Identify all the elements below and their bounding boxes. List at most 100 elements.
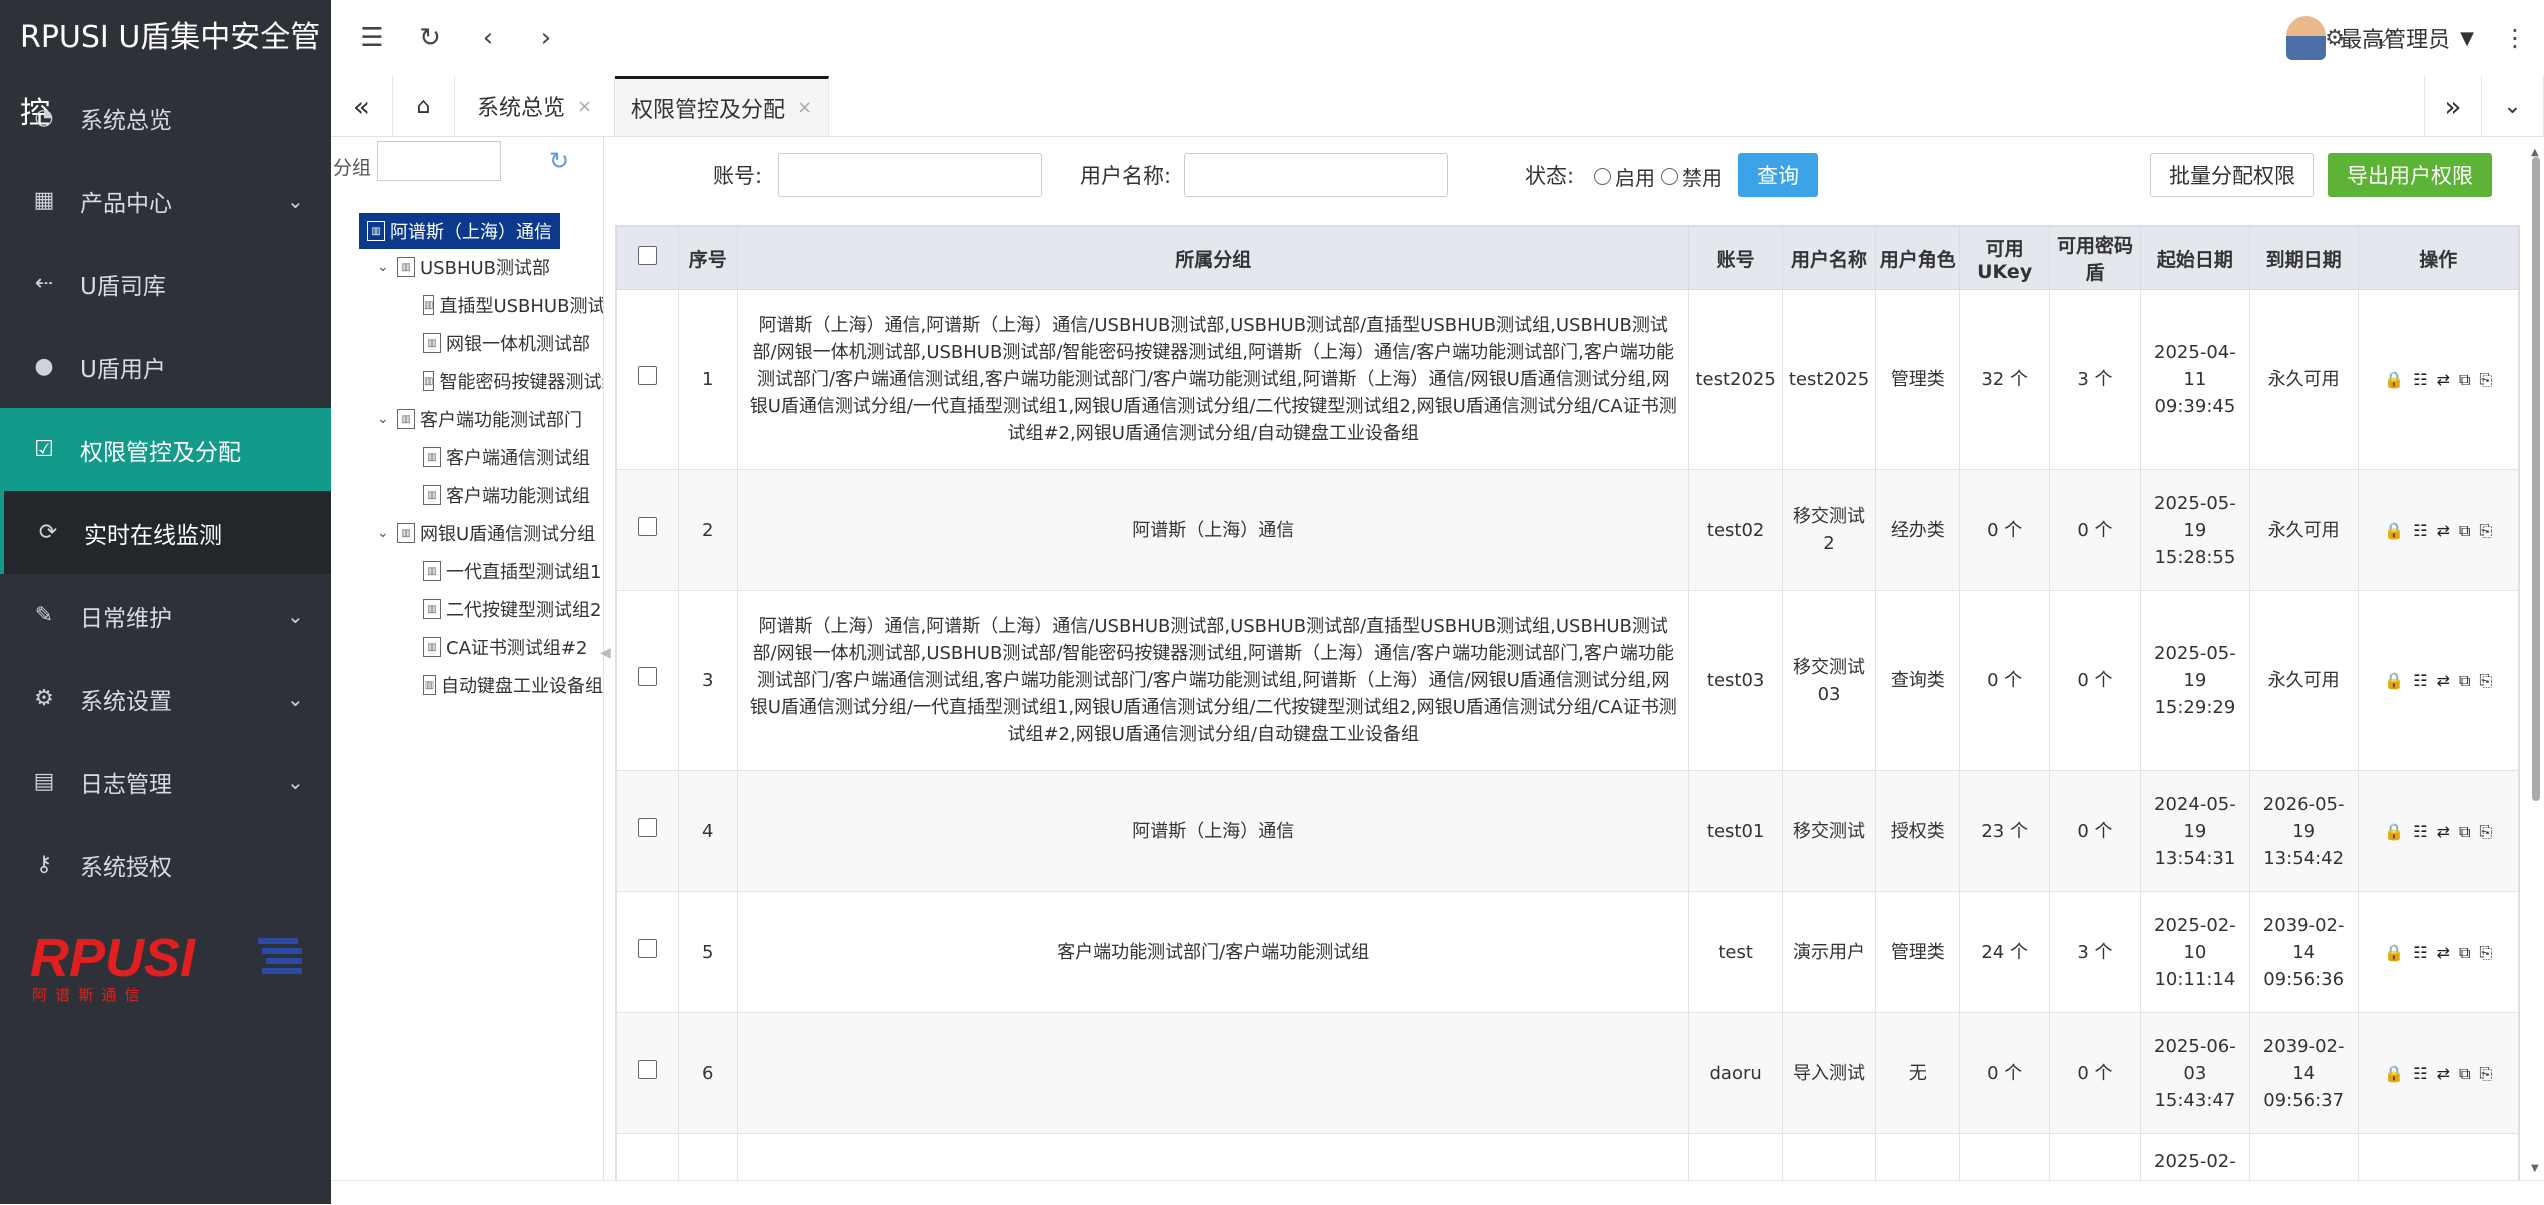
transfer-icon[interactable]: ⇄ bbox=[2437, 1060, 2450, 1087]
query-button[interactable]: 查询 bbox=[1738, 153, 1818, 197]
tree-node[interactable]: ▥ 客户端通信测试组 bbox=[423, 439, 603, 475]
lock-icon[interactable]: 🔒 bbox=[2384, 667, 2404, 694]
tree-node[interactable]: ▥ 一代直插型测试组1 bbox=[423, 553, 603, 589]
back-icon[interactable]: ‹ bbox=[469, 19, 507, 57]
sidebar-item-users[interactable]: ● U盾用户 bbox=[0, 325, 331, 408]
status-enabled-radio[interactable]: 启用 bbox=[1594, 162, 1655, 191]
transfer-icon[interactable]: ⇄ bbox=[2437, 366, 2450, 393]
list-icon[interactable]: ☷ bbox=[2413, 667, 2427, 694]
tree-node[interactable]: ⌄ ▥ 客户端功能测试部门 bbox=[377, 401, 603, 437]
tree-node[interactable]: ▥直插型USBHUB测试组 bbox=[423, 287, 603, 323]
export-icon[interactable]: ⎘ bbox=[2479, 1060, 2492, 1087]
transfer-icon[interactable]: ⇄ bbox=[2437, 517, 2450, 544]
tree-node[interactable]: ⌄ ▥ 网银U盾通信测试分组 bbox=[377, 515, 603, 551]
account-input[interactable] bbox=[778, 153, 1042, 197]
close-icon[interactable]: × bbox=[797, 97, 812, 118]
export-icon[interactable]: ⎘ bbox=[2479, 667, 2492, 694]
expand-icon[interactable]: ⌄ bbox=[377, 259, 391, 275]
copy-icon[interactable]: ⧉ bbox=[2459, 667, 2470, 694]
list-icon[interactable]: ☷ bbox=[2413, 818, 2427, 845]
tree-node[interactable]: ⌄ ▥ USBHUB测试部 bbox=[377, 249, 550, 285]
lock-icon[interactable]: 🔒 bbox=[2384, 517, 2404, 544]
expand-icon[interactable]: ⌄ bbox=[377, 525, 391, 541]
export-icon[interactable]: ⎘ bbox=[2479, 818, 2492, 845]
row-checkbox[interactable] bbox=[637, 1059, 657, 1079]
copy-icon[interactable]: ⧉ bbox=[2459, 1060, 2470, 1087]
sidebar-item-products[interactable]: ▦ 产品中心 ⌄ bbox=[0, 159, 331, 242]
transfer-icon[interactable]: ⇄ bbox=[2437, 667, 2450, 694]
tree-node[interactable]: ▥ CA证书测试组#2 bbox=[423, 629, 603, 665]
copy-icon[interactable]: ⧉ bbox=[2459, 939, 2470, 966]
select-all-checkbox[interactable] bbox=[637, 246, 657, 265]
column-header[interactable]: 所属分组 bbox=[737, 226, 1690, 290]
batch-assign-button[interactable]: 批量分配权限 bbox=[2150, 153, 2314, 197]
refresh-icon[interactable]: ↻ bbox=[549, 147, 569, 175]
tab-overview[interactable]: 系统总览 × bbox=[455, 76, 615, 136]
sidebar-item-license[interactable]: ⚷ 系统授权 bbox=[0, 823, 331, 906]
lock-icon[interactable]: 🔒 bbox=[2384, 1060, 2404, 1087]
list-icon[interactable]: ☷ bbox=[2413, 517, 2427, 544]
transfer-icon[interactable]: ⇄ bbox=[2437, 818, 2450, 845]
sidebar-item-logs[interactable]: ▤ 日志管理 ⌄ bbox=[0, 740, 331, 823]
sidebar-item-settings[interactable]: ⚙ 系统设置 ⌄ bbox=[0, 657, 331, 740]
expand-icon[interactable]: ⌄ bbox=[377, 411, 391, 427]
sidebar-item-permissions[interactable]: ☑ 权限管控及分配 bbox=[0, 408, 331, 491]
export-permissions-button[interactable]: 导出用户权限 bbox=[2328, 153, 2492, 197]
export-icon[interactable]: ⎘ bbox=[2479, 517, 2492, 544]
tree-node[interactable]: ▥ 网银一体机测试部 bbox=[423, 325, 603, 361]
row-checkbox[interactable] bbox=[637, 366, 657, 385]
tree-node[interactable]: ⌄▥阿谱斯（上海）通信 bbox=[359, 213, 560, 249]
close-icon[interactable]: × bbox=[577, 96, 592, 117]
tree-node[interactable]: ▥ 智能密码按键器测试组 bbox=[423, 363, 603, 399]
vertical-scrollbar[interactable]: ▲ ▼ bbox=[2528, 147, 2544, 1187]
row-checkbox[interactable] bbox=[637, 817, 657, 837]
menu-toggle-icon[interactable]: ☰ bbox=[353, 19, 391, 57]
tree-node[interactable]: ▥ 客户端功能测试组 bbox=[423, 477, 603, 513]
tab-permissions[interactable]: 权限管控及分配 × bbox=[615, 76, 829, 136]
copy-icon[interactable]: ⧉ bbox=[2459, 517, 2470, 544]
export-icon[interactable]: ⎘ bbox=[2479, 939, 2492, 966]
row-checkbox[interactable] bbox=[637, 667, 657, 686]
scrollbar-thumb[interactable] bbox=[2532, 157, 2540, 801]
tree-node[interactable]: ▥ 二代按键型测试组2 bbox=[423, 591, 603, 627]
lock-icon[interactable]: 🔒 bbox=[2384, 366, 2404, 393]
tabs-scroll-right-button[interactable]: » bbox=[2424, 76, 2482, 136]
more-icon[interactable]: ⋮ bbox=[2496, 19, 2534, 57]
list-icon[interactable]: ☷ bbox=[2413, 939, 2427, 966]
column-header[interactable]: 起始日期 bbox=[2140, 226, 2250, 290]
row-checkbox[interactable] bbox=[637, 938, 657, 958]
collapse-panel-icon[interactable]: ◀ bbox=[600, 645, 611, 661]
column-header[interactable]: 到期日期 bbox=[2248, 226, 2359, 290]
list-icon[interactable]: ☷ bbox=[2413, 1060, 2427, 1087]
scroll-down-icon[interactable]: ▼ bbox=[2531, 1163, 2539, 1174]
column-header[interactable]: 可用UKey bbox=[1959, 226, 2050, 290]
sidebar-item-maintenance[interactable]: ✎ 日常维护 ⌄ bbox=[0, 574, 331, 657]
copy-icon[interactable]: ⧉ bbox=[2459, 366, 2470, 393]
copy-icon[interactable]: ⧉ bbox=[2459, 818, 2470, 845]
user-menu[interactable]: 最高管理员 ▼ bbox=[2286, 14, 2474, 62]
group-search-input[interactable] bbox=[377, 141, 501, 181]
column-header[interactable]: 用户名称 bbox=[1781, 226, 1877, 290]
sidebar-item-monitor[interactable]: ⟳ 实时在线监测 bbox=[0, 491, 331, 574]
column-header[interactable]: 账号 bbox=[1688, 226, 1783, 290]
list-icon[interactable]: ☷ bbox=[2413, 366, 2427, 393]
column-header[interactable]: 用户角色 bbox=[1875, 226, 1961, 290]
tabs-scroll-left-button[interactable]: « bbox=[331, 76, 393, 136]
refresh-icon[interactable]: ↻ bbox=[411, 19, 449, 57]
lock-icon[interactable]: 🔒 bbox=[2384, 818, 2404, 845]
lock-icon[interactable]: 🔒 bbox=[2384, 939, 2404, 966]
column-header[interactable]: 序号 bbox=[677, 226, 739, 290]
row-checkbox[interactable] bbox=[637, 516, 657, 536]
sidebar-item-overview[interactable]: ◔ 系统总览 bbox=[0, 76, 331, 159]
tree-node[interactable]: ▥ 自动键盘工业设备组 bbox=[423, 667, 603, 703]
sidebar-item-vault[interactable]: ⇠ U盾司库 bbox=[0, 242, 331, 325]
transfer-icon[interactable]: ⇄ bbox=[2437, 939, 2450, 966]
app-title: RPUSI U盾集中安全管控 bbox=[20, 20, 321, 131]
forward-icon[interactable]: › bbox=[527, 19, 565, 57]
status-disabled-radio[interactable]: 禁用 bbox=[1661, 162, 1722, 191]
export-icon[interactable]: ⎘ bbox=[2479, 366, 2492, 393]
home-tab[interactable]: ⌂ bbox=[393, 76, 455, 136]
tabs-dropdown-button[interactable]: ⌄ bbox=[2482, 76, 2544, 136]
column-header[interactable]: 可用密码盾 bbox=[2048, 226, 2142, 290]
username-input[interactable] bbox=[1184, 153, 1448, 197]
